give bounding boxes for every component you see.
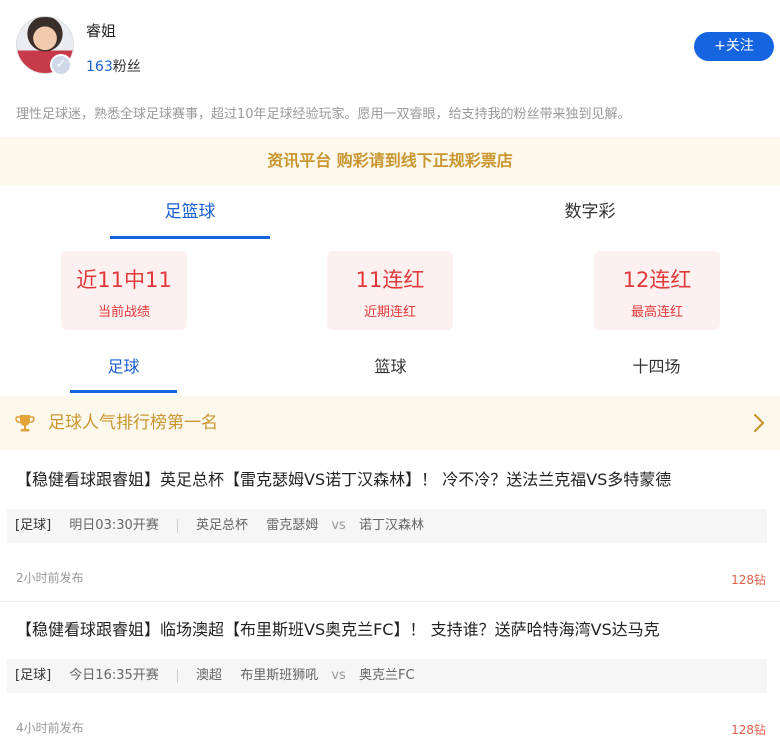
user-name: 睿姐 [86, 22, 117, 40]
stat-label: 最高连红 [630, 305, 683, 320]
vs-label: vs [331, 668, 346, 683]
divider [176, 518, 178, 533]
home-team: 雷克瑟姆 [266, 518, 319, 533]
trophy-icon [15, 415, 35, 432]
tab-label: 篮球 [374, 357, 407, 376]
price-tag: 128钻 [731, 723, 766, 737]
fans-suffix: 粉丝 [112, 59, 141, 75]
publish-time: 4小时前发布 [16, 721, 84, 735]
post-match-info: [足球] 明日03:30开赛 英足总杯 雷克瑟姆 vs 诺丁汉森林 [7, 509, 767, 543]
tab-label: 足球 [107, 357, 140, 376]
tab-football[interactable]: 足球 [70, 345, 177, 395]
sport-tag: [足球] [15, 668, 52, 683]
tab-basketball[interactable]: 篮球 [337, 345, 444, 395]
tab-label: 足篮球 [164, 202, 216, 222]
publish-time: 2小时前发布 [16, 571, 84, 585]
divider [176, 668, 178, 683]
post-title[interactable]: 【稳健看球跟睿姐】临场澳超【布里斯班VS奥克兰FC】！ 支持谁？送萨哈特海湾VS… [16, 616, 660, 640]
post-match-info: [足球] 今日16:35开赛 澳超 布里斯班狮吼 vs 奥克兰FC [7, 659, 767, 693]
active-tab-indicator [110, 236, 270, 239]
verified-badge-icon: ✓ [50, 54, 72, 76]
notice-banner: 资讯平台 购彩请到线下正规彩票店 [0, 137, 780, 185]
home-team: 布里斯班狮吼 [240, 668, 319, 683]
fans-count: 163粉丝 [86, 56, 141, 76]
ranking-label: 足球人气排行榜第一名 [48, 413, 218, 433]
tab-fourteen-games[interactable]: 十四场 [603, 345, 710, 395]
league-name: 英足总杯 [196, 518, 249, 533]
stat-recent-streak: 11连红 近期连红 [327, 251, 453, 330]
tab-label: 十四场 [632, 357, 681, 376]
stat-value: 12连红 [622, 268, 692, 292]
vs-label: vs [331, 518, 346, 533]
tab-label: 数字彩 [564, 202, 616, 222]
main-tabs: 足篮球 数字彩 [0, 190, 780, 240]
price-tag: 128钻 [731, 573, 766, 587]
sport-tag: [足球] [15, 518, 52, 533]
chevron-right-icon[interactable] [752, 412, 766, 434]
stat-max-streak: 12连红 最高连红 [594, 251, 720, 330]
stat-label: 近期连红 [363, 305, 416, 320]
stat-value: 近11中11 [76, 268, 172, 292]
active-tab-indicator [70, 390, 177, 393]
kickoff-time: 今日16:35开赛 [69, 668, 159, 683]
stat-value: 11连红 [355, 268, 425, 292]
league-name: 澳超 [196, 668, 223, 683]
kickoff-time: 明日03:30开赛 [69, 518, 159, 533]
sub-tabs: 足球 篮球 十四场 [0, 345, 780, 395]
post-title[interactable]: 【稳健看球跟睿姐】英足总杯【雷克瑟姆VS诺丁汉森林】！ 冷不冷？送法兰克福VS多… [16, 466, 671, 490]
tab-football-basketball[interactable]: 足篮球 [110, 190, 270, 240]
user-bio: 理性足球迷，熟悉全球足球赛事，超过10年足球经验玩家。愿用一双睿眼，给支持我的粉… [16, 107, 631, 122]
post-item[interactable]: 【稳健看球跟睿姐】临场澳超【布里斯班VS奥克兰FC】！ 支持谁？送萨哈特海湾VS… [0, 601, 780, 751]
ranking-banner[interactable]: 足球人气排行榜第一名 [0, 396, 780, 450]
stat-label: 当前战绩 [97, 305, 150, 320]
fans-number: 163 [86, 59, 113, 75]
tab-digital-lottery[interactable]: 数字彩 [510, 190, 670, 240]
away-team: 诺丁汉森林 [358, 518, 424, 533]
profile-header: ✓ 睿姐 163粉丝 +关注 [0, 0, 780, 95]
away-team: 奥克兰FC [358, 668, 415, 683]
post-item[interactable]: 【稳健看球跟睿姐】英足总杯【雷克瑟姆VS诺丁汉森林】！ 冷不冷？送法兰克福VS多… [0, 451, 780, 601]
stat-current-record: 近11中11 当前战绩 [61, 251, 187, 330]
follow-button[interactable]: +关注 [694, 32, 774, 61]
